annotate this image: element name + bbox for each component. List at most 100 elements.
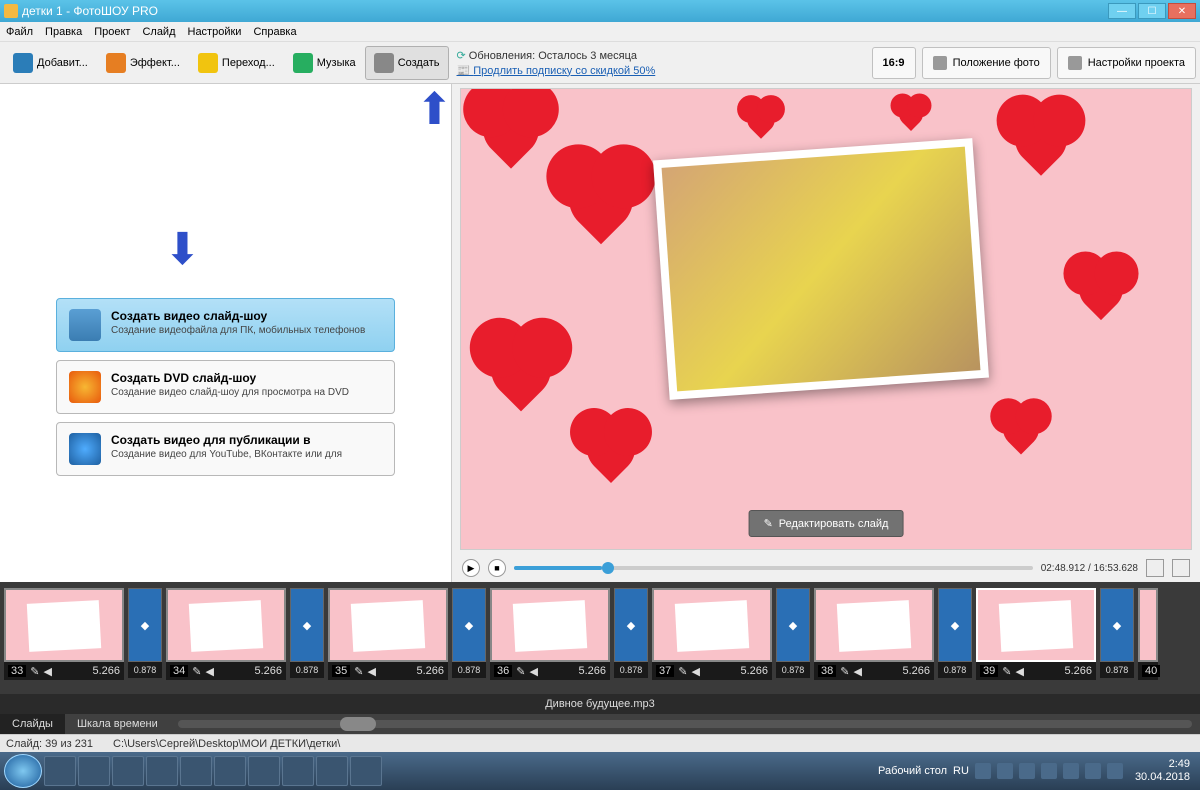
- menu-slide[interactable]: Слайд: [142, 26, 175, 38]
- camera-icon: [13, 53, 33, 73]
- transition-thumb[interactable]: ◆: [776, 588, 810, 662]
- system-tray: Рабочий стол RU 2:4930.04.2018: [878, 758, 1196, 784]
- menu-project[interactable]: Проект: [94, 26, 130, 38]
- edit-icon[interactable]: ✎: [30, 665, 39, 678]
- star-icon: [198, 53, 218, 73]
- create-video-option[interactable]: Создать видео слайд-шоуСоздание видеофай…: [56, 298, 395, 352]
- fullscreen-button[interactable]: [1172, 559, 1190, 577]
- task-explorer[interactable]: [44, 756, 76, 786]
- edit-icon[interactable]: ✎: [678, 665, 687, 678]
- edit-icon[interactable]: ✎: [354, 665, 363, 678]
- edit-icon[interactable]: ✎: [516, 665, 525, 678]
- task-photoshow[interactable]: [146, 756, 178, 786]
- sound-icon[interactable]: ◀: [43, 665, 51, 678]
- create-button[interactable]: Создать: [365, 46, 449, 80]
- timeline-item[interactable]: 37✎◀5.266 ◆ 0.878: [652, 588, 810, 680]
- transition-thumb[interactable]: ◆: [452, 588, 486, 662]
- edit-icon[interactable]: ✎: [840, 665, 849, 678]
- task-app5[interactable]: [316, 756, 348, 786]
- tray-icon[interactable]: [997, 763, 1013, 779]
- task-app4[interactable]: [282, 756, 314, 786]
- slide-thumb[interactable]: [4, 588, 124, 662]
- sound-icon[interactable]: ◀: [691, 665, 699, 678]
- timecode: 02:48.912 / 16:53.628: [1041, 563, 1138, 574]
- effects-button[interactable]: Эффект...: [97, 46, 189, 80]
- minimize-button[interactable]: —: [1108, 3, 1136, 19]
- progress-slider[interactable]: [514, 566, 1033, 570]
- menu-help[interactable]: Справка: [253, 26, 296, 38]
- transition-thumb[interactable]: ◆: [938, 588, 972, 662]
- transition-thumb[interactable]: ◆: [1100, 588, 1134, 662]
- menu-file[interactable]: Файл: [6, 26, 33, 38]
- slide-thumb[interactable]: [166, 588, 286, 662]
- zoom-slider[interactable]: [178, 720, 1192, 728]
- transition-thumb[interactable]: ◆: [128, 588, 162, 662]
- task-app3[interactable]: [248, 756, 280, 786]
- project-settings-button[interactable]: Настройки проекта: [1057, 47, 1196, 79]
- timeline-item[interactable]: 40: [1138, 588, 1158, 680]
- timeline-tab[interactable]: Шкала времени: [65, 714, 170, 734]
- close-button[interactable]: ✕: [1168, 3, 1196, 19]
- sound-icon[interactable]: ◀: [853, 665, 861, 678]
- timeline-item[interactable]: 36✎◀5.266 ◆ 0.878: [490, 588, 648, 680]
- tray-icon[interactable]: [1041, 763, 1057, 779]
- audio-track[interactable]: Дивное будущее.mp3: [0, 694, 1200, 714]
- task-yandex[interactable]: [350, 756, 382, 786]
- menu-edit[interactable]: Правка: [45, 26, 82, 38]
- show-desktop[interactable]: Рабочий стол: [878, 765, 947, 777]
- monitor-icon: [69, 309, 101, 341]
- slide-thumb[interactable]: [814, 588, 934, 662]
- sound-icon[interactable]: ◀: [367, 665, 375, 678]
- transition-thumb[interactable]: ◆: [614, 588, 648, 662]
- slide-thumb[interactable]: [490, 588, 610, 662]
- view-switcher: Слайды Шкала времени: [0, 714, 1200, 734]
- tray-icon[interactable]: [1085, 763, 1101, 779]
- music-button[interactable]: Музыка: [284, 46, 365, 80]
- add-button[interactable]: Добавит...: [4, 46, 97, 80]
- slide-thumb[interactable]: [976, 588, 1096, 662]
- subscription-link[interactable]: Продлить подписку со скидкой 50%: [457, 64, 656, 77]
- edit-icon[interactable]: ✎: [1002, 665, 1011, 678]
- sound-icon[interactable]: ◀: [1015, 665, 1023, 678]
- transitions-button[interactable]: Переход...: [189, 46, 284, 80]
- task-chrome[interactable]: [180, 756, 212, 786]
- slides-tab[interactable]: Слайды: [0, 714, 65, 734]
- create-dvd-option[interactable]: Создать DVD слайд-шоуСоздание видео слай…: [56, 360, 395, 414]
- globe-icon: [69, 433, 101, 465]
- timeline-item[interactable]: 38✎◀5.266 ◆ 0.878: [814, 588, 972, 680]
- language-indicator[interactable]: RU: [953, 765, 969, 777]
- start-button[interactable]: [4, 754, 42, 788]
- taskbar: Рабочий стол RU 2:4930.04.2018: [0, 752, 1200, 790]
- task-app2[interactable]: [214, 756, 246, 786]
- timeline-item[interactable]: 39✎◀5.266 ◆ 0.878: [976, 588, 1134, 680]
- clock[interactable]: 2:4930.04.2018: [1129, 758, 1196, 784]
- slide-thumb[interactable]: [328, 588, 448, 662]
- edit-slide-button[interactable]: ✎Редактировать слайд: [749, 510, 904, 537]
- task-word[interactable]: [78, 756, 110, 786]
- transition-thumb[interactable]: ◆: [290, 588, 324, 662]
- stop-button[interactable]: ■: [488, 559, 506, 577]
- slide-thumb[interactable]: [652, 588, 772, 662]
- tray-icon[interactable]: [1019, 763, 1035, 779]
- timeline: 33✎◀5.266 ◆ 0.878 34✎◀5.266 ◆ 0.878 35✎◀…: [0, 582, 1200, 694]
- timeline-item[interactable]: 35✎◀5.266 ◆ 0.878: [328, 588, 486, 680]
- maximize-button[interactable]: ☐: [1138, 3, 1166, 19]
- tray-icon[interactable]: [1063, 763, 1079, 779]
- create-web-option[interactable]: Создать видео для публикации вСоздание в…: [56, 422, 395, 476]
- tray-icon[interactable]: [975, 763, 991, 779]
- tray-icon[interactable]: [1107, 763, 1123, 779]
- sound-icon[interactable]: ◀: [529, 665, 537, 678]
- play-button[interactable]: ▶: [462, 559, 480, 577]
- timeline-item[interactable]: 33✎◀5.266 ◆ 0.878: [4, 588, 162, 680]
- timeline-item[interactable]: 34✎◀5.266 ◆ 0.878: [166, 588, 324, 680]
- app-icon: [4, 4, 18, 18]
- task-app1[interactable]: [112, 756, 144, 786]
- slide-photo: [653, 138, 989, 400]
- menu-settings[interactable]: Настройки: [188, 26, 242, 38]
- edit-icon[interactable]: ✎: [192, 665, 201, 678]
- create-panel: ⬆ ⬇ Создать видео слайд-шоуСоздание виде…: [0, 84, 452, 582]
- snapshot-button[interactable]: [1146, 559, 1164, 577]
- sound-icon[interactable]: ◀: [205, 665, 213, 678]
- photo-position-button[interactable]: Положение фото: [922, 47, 1051, 79]
- aspect-ratio-button[interactable]: 16:9: [872, 47, 916, 79]
